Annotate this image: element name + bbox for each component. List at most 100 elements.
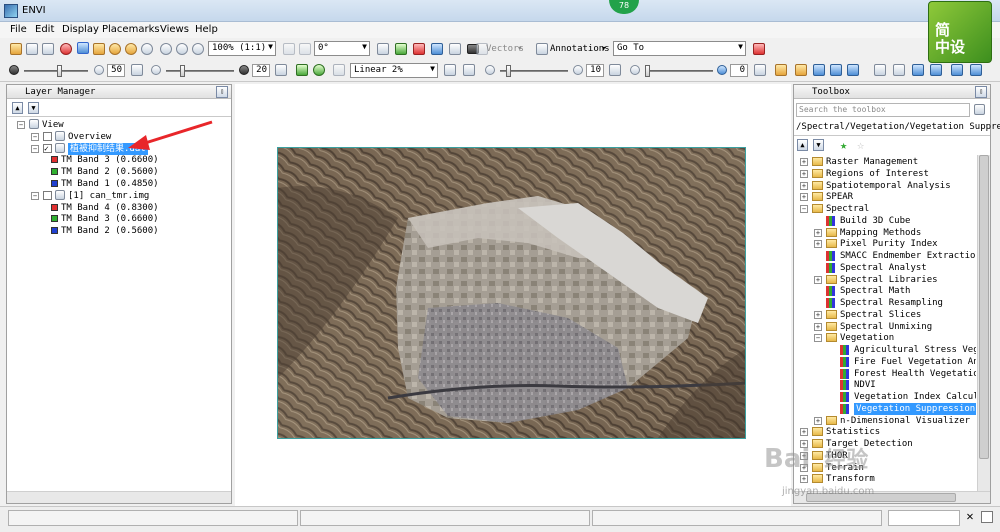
toolbox-row[interactable]: Forest Health Vegetation Analysis [794, 368, 976, 380]
panel-pin-icon[interactable]: ▯ [216, 86, 228, 98]
stretch-select[interactable]: Linear 2% ▼ [350, 63, 438, 78]
expand-all-icon[interactable]: ▼ [813, 139, 824, 151]
pan-hand-icon[interactable] [93, 43, 105, 55]
tree-expander-icon[interactable]: + [814, 310, 822, 319]
tree-expander-icon[interactable]: + [814, 275, 822, 284]
tree-expander-icon[interactable]: + [800, 158, 808, 166]
tree-expander-icon[interactable]: + [800, 428, 808, 437]
annotations-dropdown-icon[interactable]: ▾ [601, 44, 606, 54]
toolbox-row[interactable]: Vegetation Index Calculator [794, 391, 976, 403]
full-extent-icon[interactable] [296, 64, 308, 76]
annotations-icon[interactable] [536, 43, 548, 55]
toolbox-search-input[interactable]: Search the toolbox [796, 103, 970, 117]
layer-row[interactable]: − [1] can_tmr.img [7, 189, 231, 202]
layout-icon[interactable] [795, 64, 807, 76]
fly-icon[interactable] [109, 43, 121, 55]
swipe-icon[interactable] [874, 64, 886, 76]
favorite-remove-icon[interactable]: ☆ [857, 138, 864, 152]
zoom-extent-icon[interactable] [313, 64, 325, 76]
tree-expander-icon[interactable]: + [800, 181, 808, 190]
toolbox-row[interactable]: + Spectral Slices [794, 309, 976, 321]
transparency-slider-thumb[interactable] [645, 65, 650, 77]
tree-expander-icon[interactable]: − [17, 121, 25, 129]
brightness-slider-thumb[interactable] [57, 65, 62, 77]
toolbox-row[interactable]: − Vegetation [794, 332, 976, 344]
brightness-slider[interactable] [24, 65, 88, 77]
menu-edit[interactable]: Edit [35, 24, 54, 35]
layer-visibility-checkbox[interactable]: ✓ [43, 143, 52, 153]
goto-action-icon[interactable] [753, 43, 765, 55]
tree-expander-icon[interactable]: + [814, 416, 822, 425]
tree-expander-icon[interactable]: + [800, 169, 808, 178]
layer-visibility-checkbox[interactable] [43, 190, 52, 200]
toolbox-row[interactable]: Build 3D Cube [794, 215, 976, 227]
rotate-icon[interactable] [125, 43, 137, 55]
view-link-icon[interactable] [893, 64, 905, 76]
layer-manager-hscroll[interactable] [7, 491, 231, 503]
stretch-type-icon[interactable] [333, 64, 345, 76]
menu-views[interactable]: Views [160, 24, 189, 35]
menu-file[interactable]: File [10, 24, 27, 35]
pin-icon[interactable] [60, 43, 72, 55]
toolbox-row[interactable]: Spectral Math [794, 285, 976, 297]
toolbox-row[interactable]: SMACC Endmember Extraction [794, 250, 976, 262]
vectors-dropdown-icon[interactable]: ▾ [517, 44, 522, 54]
collapse-all-icon[interactable]: ▲ [797, 139, 808, 151]
view-grid-icon[interactable] [912, 64, 924, 76]
portal-icon[interactable] [813, 64, 825, 76]
tree-expander-icon[interactable]: − [31, 132, 39, 141]
toolbox-row[interactable]: + Spectral Unmixing [794, 321, 976, 333]
menu-help[interactable]: Help [195, 24, 218, 35]
ruler-icon[interactable] [775, 64, 787, 76]
toolbox-row[interactable]: + SPEAR [794, 191, 976, 203]
view-flicker-icon[interactable] [847, 64, 859, 76]
data-manager-icon[interactable] [26, 43, 38, 55]
toolbox-row[interactable]: Spectral Analyst [794, 262, 976, 274]
zoom-in-icon[interactable] [160, 43, 172, 55]
tree-expander-icon[interactable]: + [814, 322, 822, 331]
toolbox-row[interactable]: NDVI [794, 379, 976, 391]
temporal-icon[interactable] [449, 43, 461, 55]
menu-placemarks[interactable]: Placemarks [102, 24, 160, 35]
goto-field[interactable]: Go To ▼ [613, 41, 746, 56]
collapse-all-icon[interactable]: ▲ [12, 102, 23, 114]
refresh-icon[interactable] [444, 64, 456, 76]
favorite-add-icon[interactable]: ★ [840, 138, 847, 152]
cursor-value-icon[interactable] [377, 43, 389, 55]
rotation-select[interactable]: 0° ▼ [314, 41, 370, 56]
tree-expander-icon[interactable]: + [800, 193, 808, 202]
contrast-slider[interactable] [166, 65, 234, 77]
layer-row[interactable]: TM Band 3 (0.6600) [7, 213, 231, 225]
layer-visibility-checkbox[interactable] [43, 131, 52, 141]
brightness-value[interactable]: 50 [107, 64, 125, 77]
toolbox-row[interactable]: + Transform [794, 473, 976, 485]
view-blend-icon[interactable] [830, 64, 842, 76]
profile-icon[interactable] [413, 43, 425, 55]
toolbox-row[interactable]: + Regions of Interest [794, 168, 976, 180]
zoom-out-icon[interactable] [176, 43, 188, 55]
zoom-fixed-icon[interactable] [192, 43, 204, 55]
toolbox-row[interactable]: Spectral Resampling [794, 297, 976, 309]
toolbox-row[interactable]: − Spectral [794, 203, 976, 215]
sharpen-value[interactable]: 10 [586, 64, 604, 77]
view-four-icon[interactable] [970, 64, 982, 76]
rotate-left-icon[interactable] [283, 43, 295, 55]
refresh-icon[interactable] [275, 64, 287, 76]
transparency-value[interactable]: 0 [730, 64, 748, 77]
toolbox-row[interactable]: + Pixel Purity Index [794, 238, 976, 250]
refresh-icon[interactable] [131, 64, 143, 76]
tree-expander-icon[interactable]: + [800, 475, 808, 484]
refresh-icon[interactable] [609, 64, 621, 76]
toolbox-row[interactable]: + Mapping Methods [794, 227, 976, 239]
satellite-image[interactable] [277, 147, 746, 439]
layer-row[interactable]: TM Band 4 (0.8300) [7, 202, 231, 214]
open-icon[interactable] [10, 43, 22, 55]
toolbox-vscroll-thumb[interactable] [979, 155, 989, 459]
menu-display[interactable]: Display [62, 24, 99, 35]
toolbox-row[interactable]: + Statistics [794, 426, 976, 438]
sharpen-slider[interactable] [500, 65, 568, 77]
chip-icon[interactable] [42, 43, 54, 55]
refresh-icon[interactable] [754, 64, 766, 76]
tree-expander-icon[interactable]: − [31, 191, 39, 200]
zoom-select[interactable]: 100% (1:1) ▼ [208, 41, 276, 56]
